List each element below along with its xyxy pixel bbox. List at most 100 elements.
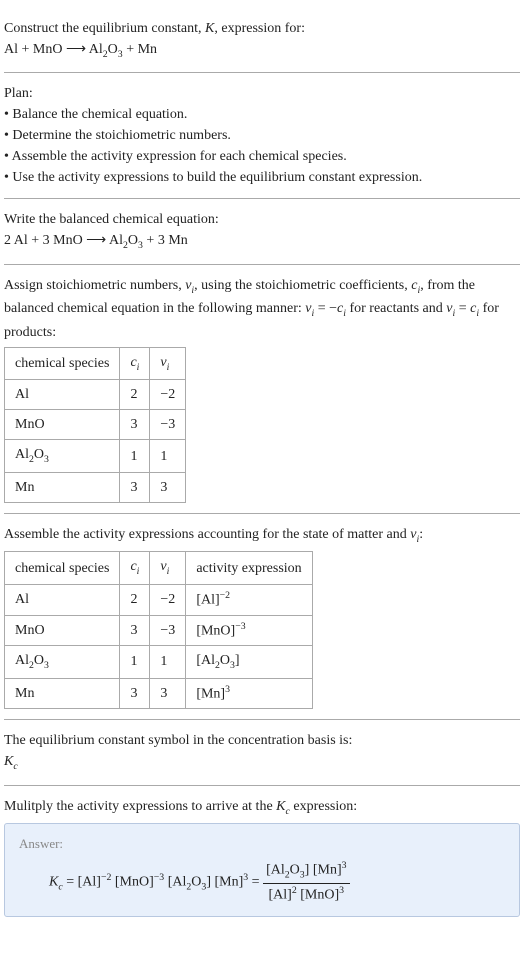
i: i	[167, 566, 170, 577]
final-text: Mulitply the activity expressions to arr…	[4, 796, 520, 819]
plan-title: Plan:	[4, 83, 520, 104]
a: [Al	[196, 653, 215, 668]
intro-equation: Al + MnO ⟶ Al2O3 + Mn	[4, 39, 520, 62]
th-c: ci	[120, 347, 150, 379]
numerator: [Al2O3] [Mn]3	[263, 859, 349, 884]
a: O	[220, 653, 230, 668]
sp: O	[34, 653, 44, 668]
exp: 3	[342, 860, 347, 871]
cell-c: 3	[120, 410, 150, 440]
stoich-table: chemical species ci νi Al 2 −2 MnO 3 −3 …	[4, 347, 186, 503]
text: =	[455, 301, 470, 316]
cell-c: 1	[120, 646, 150, 678]
table-row: Al 2 −2	[5, 380, 186, 410]
balanced-title: Write the balanced chemical equation:	[4, 209, 520, 230]
n: O	[290, 862, 300, 877]
eq: =	[248, 874, 263, 889]
t: ] [Mn]	[206, 874, 243, 889]
table-header-row: chemical species ci νi	[5, 347, 186, 379]
eq-part: Al + MnO ⟶ Al	[4, 42, 103, 57]
exp: 3	[339, 885, 344, 896]
n: ] [Mn]	[305, 862, 342, 877]
cell-activity: [Al2O3]	[186, 646, 312, 678]
intro-line: Construct the equilibrium constant, K, e…	[4, 18, 520, 39]
cell-c: 3	[120, 472, 150, 502]
cell-species: Al	[5, 380, 120, 410]
th-activity: activity expression	[186, 552, 312, 584]
K: K	[49, 874, 58, 889]
table-row: Al2O3 1 1	[5, 440, 186, 472]
table-row: MnO 3 −3	[5, 410, 186, 440]
sub: 3	[44, 660, 49, 671]
plan-bullet: • Determine the stoichiometric numbers.	[4, 125, 520, 146]
th-nu: νi	[150, 347, 186, 379]
a: [Mn]	[196, 686, 225, 701]
text: , using the stoichiometric coefficients,	[194, 278, 411, 293]
activity-section: Assemble the activity expressions accoun…	[4, 514, 520, 720]
i: i	[137, 566, 140, 577]
denominator: [Al]2 [MnO]3	[263, 884, 349, 906]
intro-K: K	[205, 21, 214, 36]
table-row: MnO 3 −3 [MnO]−3	[5, 615, 313, 646]
i: i	[167, 362, 170, 373]
balanced-section: Write the balanced chemical equation: 2 …	[4, 199, 520, 264]
d: [MnO]	[297, 888, 339, 903]
text: for reactants and	[346, 301, 446, 316]
exp: −3	[154, 872, 164, 883]
cell-species: Al2O3	[5, 440, 120, 472]
cell-activity: [MnO]−3	[186, 615, 312, 646]
eq-part: + Mn	[123, 42, 157, 57]
cell-c: 1	[120, 440, 150, 472]
answer-box: Answer: Kc = [Al]−2 [MnO]−3 [Al2O3] [Mn]…	[4, 823, 520, 916]
table-row: Mn 3 3	[5, 472, 186, 502]
cell-nu: −2	[150, 584, 186, 615]
exp: 3	[225, 684, 230, 695]
K: K	[4, 754, 13, 769]
eq-part: + 3 Mn	[143, 233, 188, 248]
cell-activity: [Mn]3	[186, 678, 312, 709]
K: K	[276, 799, 285, 814]
text: Mulitply the activity expressions to arr…	[4, 799, 276, 814]
cell-nu: −2	[150, 380, 186, 410]
text: expression:	[290, 799, 357, 814]
c: c	[13, 761, 17, 772]
table-row: Al 2 −2 [Al]−2	[5, 584, 313, 615]
symbol-section: The equilibrium constant symbol in the c…	[4, 720, 520, 785]
t: [MnO]	[111, 874, 153, 889]
table-row: Al2O3 1 1 [Al2O3]	[5, 646, 313, 678]
sp: Al	[15, 447, 29, 462]
d: [Al]	[269, 888, 292, 903]
a: ]	[235, 653, 240, 668]
n: [Al	[266, 862, 285, 877]
i: i	[137, 362, 140, 373]
text: Assemble the activity expressions accoun…	[4, 527, 410, 542]
cell-species: Al2O3	[5, 646, 120, 678]
exp: −2	[220, 590, 230, 601]
cell-nu: −3	[150, 615, 186, 646]
cell-nu: 1	[150, 440, 186, 472]
symbol-value: Kc	[4, 751, 520, 774]
plan-bullet: • Use the activity expressions to build …	[4, 167, 520, 188]
exp: −3	[235, 621, 245, 632]
answer-equation: Kc = [Al]−2 [MnO]−3 [Al2O3] [Mn]3 = [Al2…	[19, 859, 505, 906]
eq-part: O	[108, 42, 118, 57]
cell-c: 3	[120, 615, 150, 646]
activity-table: chemical species ci νi activity expressi…	[4, 551, 313, 709]
balanced-equation: 2 Al + 3 MnO ⟶ Al2O3 + 3 Mn	[4, 230, 520, 253]
eq: = [Al]	[63, 874, 101, 889]
intro-text1: Construct the equilibrium constant,	[4, 21, 205, 36]
plan-section: Plan: • Balance the chemical equation. •…	[4, 73, 520, 199]
plan-bullet: • Assemble the activity expression for e…	[4, 146, 520, 167]
cell-species: MnO	[5, 410, 120, 440]
cell-nu: 3	[150, 678, 186, 709]
intro-section: Construct the equilibrium constant, K, e…	[4, 8, 520, 73]
sp: Al	[15, 653, 29, 668]
symbol-text: The equilibrium constant symbol in the c…	[4, 730, 520, 751]
cell-nu: 1	[150, 646, 186, 678]
final-section: Mulitply the activity expressions to arr…	[4, 786, 520, 917]
cell-species: Al	[5, 584, 120, 615]
answer-label: Answer:	[19, 834, 505, 854]
cell-c: 3	[120, 678, 150, 709]
text: = −	[314, 301, 337, 316]
cell-species: Mn	[5, 678, 120, 709]
